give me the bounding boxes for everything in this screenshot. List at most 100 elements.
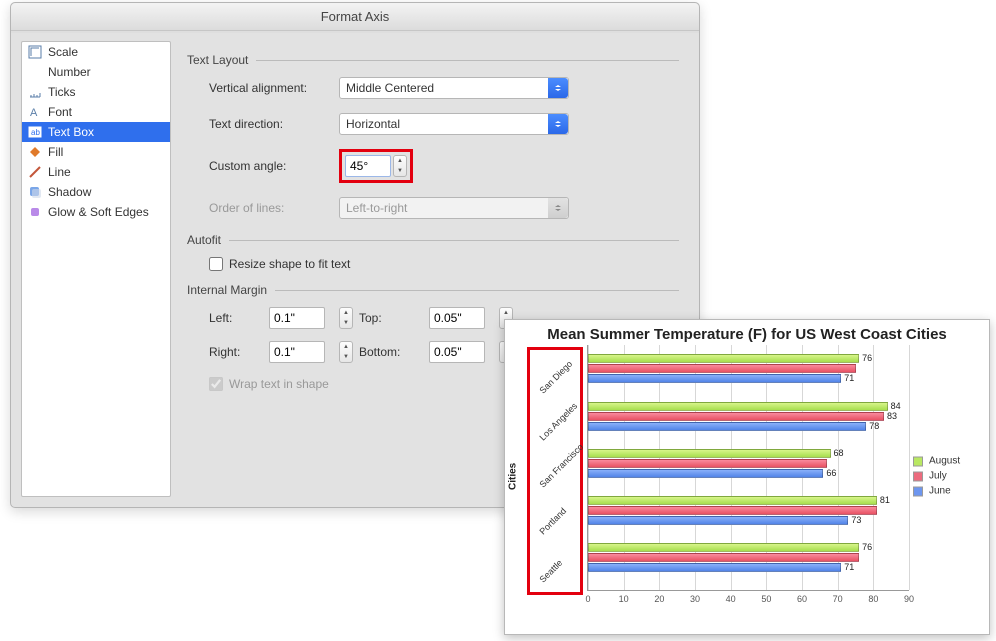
bar-value-label: 66: [826, 468, 836, 478]
sidebar-item-fill[interactable]: Fill: [22, 142, 170, 162]
sidebar-item-label: Shadow: [48, 185, 91, 199]
svg-text:ab: ab: [31, 128, 40, 137]
margin-top-input[interactable]: [429, 307, 485, 329]
bar-value-label: 71: [844, 373, 854, 383]
sidebar-item-label: Scale: [48, 45, 78, 59]
x-tick-label: 10: [619, 594, 629, 604]
sidebar-item-scale[interactable]: Scale: [22, 42, 170, 62]
bar: [588, 563, 841, 572]
resize-shape-checkbox[interactable]: [209, 257, 223, 271]
section-internal-margin: Internal Margin: [187, 283, 679, 297]
sidebar-item-label: Ticks: [48, 85, 76, 99]
chevron-updown-icon: [548, 198, 568, 218]
textbox-icon: ab: [28, 125, 42, 139]
select-vertical-alignment[interactable]: Middle Centered: [339, 77, 569, 99]
bar: [588, 412, 884, 421]
label-order-of-lines: Order of lines:: [209, 201, 339, 215]
select-value: Horizontal: [346, 117, 400, 131]
margin-left-input[interactable]: [269, 307, 325, 329]
sidebar-item-line[interactable]: Line: [22, 162, 170, 182]
sidebar-item-label: Line: [48, 165, 71, 179]
legend-label: July: [929, 471, 947, 482]
x-tick-label: 50: [761, 594, 771, 604]
section-rule: [275, 290, 679, 291]
step-up-icon: ▲: [394, 156, 406, 166]
bar-value-label: 83: [887, 411, 897, 421]
bar-value-label: 71: [844, 562, 854, 572]
bar: [588, 543, 859, 552]
bar-value-label: 76: [862, 542, 872, 552]
row-resize-shape: Resize shape to fit text: [209, 257, 679, 271]
bar: [588, 496, 877, 505]
label-margin-top: Top:: [359, 311, 429, 325]
section-text-layout: Text Layout: [187, 53, 679, 67]
bar: [588, 402, 888, 411]
legend-label: June: [929, 486, 951, 497]
ticks-icon: [28, 85, 42, 99]
select-value: Left-to-right: [346, 201, 407, 215]
sidebar-item-shadow[interactable]: Shadow: [22, 182, 170, 202]
margin-left-stepper[interactable]: ▲▼: [339, 307, 353, 329]
section-heading: Text Layout: [187, 53, 248, 67]
bar-value-label: 76: [862, 353, 872, 363]
legend-item-july: July: [913, 471, 985, 482]
legend-swatch-icon: [913, 471, 923, 481]
sidebar-item-label: Fill: [48, 145, 63, 159]
sidebar-item-label: Font: [48, 105, 72, 119]
sidebar-item-number[interactable]: Number: [22, 62, 170, 82]
x-tick-label: 80: [868, 594, 878, 604]
margin-right-input[interactable]: [269, 341, 325, 363]
bar: [588, 364, 856, 373]
gridline: [873, 345, 874, 590]
chevron-updown-icon: [548, 114, 568, 134]
label-margin-bottom: Bottom:: [359, 345, 429, 359]
custom-angle-highlight: ▲▼: [339, 149, 413, 183]
margin-right-stepper[interactable]: ▲▼: [339, 341, 353, 363]
custom-angle-input-group: ▲▼: [345, 155, 407, 177]
select-order-of-lines: Left-to-right: [339, 197, 569, 219]
legend-label: August: [929, 456, 960, 467]
select-value: Middle Centered: [346, 81, 434, 95]
custom-angle-stepper[interactable]: ▲▼: [393, 155, 407, 177]
bar: [588, 374, 841, 383]
custom-angle-input[interactable]: [345, 155, 391, 177]
section-heading: Internal Margin: [187, 283, 267, 297]
row-text-direction: Text direction: Horizontal: [209, 113, 679, 135]
section-heading: Autofit: [187, 233, 221, 247]
margin-bottom-input[interactable]: [429, 341, 485, 363]
x-tick-label: 20: [654, 594, 664, 604]
x-tick-label: 60: [797, 594, 807, 604]
sidebar-item-text-box[interactable]: ab Text Box: [22, 122, 170, 142]
select-text-direction[interactable]: Horizontal: [339, 113, 569, 135]
section-rule: [229, 240, 679, 241]
chart-legend: August July June: [913, 452, 985, 501]
row-custom-angle: Custom angle: ▲▼: [209, 149, 679, 183]
x-tick-label: 90: [904, 594, 914, 604]
glow-icon: [28, 205, 42, 219]
bar-value-label: 84: [891, 401, 901, 411]
row-order-of-lines: Order of lines: Left-to-right: [209, 197, 679, 219]
sidebar-item-glow[interactable]: Glow & Soft Edges: [22, 202, 170, 222]
legend-item-august: August: [913, 456, 985, 467]
fill-icon: [28, 145, 42, 159]
bar: [588, 553, 859, 562]
bar-value-label: 81: [880, 495, 890, 505]
scale-icon: [28, 45, 42, 59]
x-tick-label: 40: [726, 594, 736, 604]
gridline: [909, 345, 910, 590]
bar-value-label: 68: [834, 448, 844, 458]
step-down-icon: ▼: [394, 166, 406, 176]
chart-category-column: SeattlePortlandSan FranciscoLos AngelesS…: [521, 345, 587, 607]
section-rule: [256, 60, 679, 61]
x-tick-label: 70: [833, 594, 843, 604]
label-margin-right: Right:: [209, 345, 269, 359]
bar: [588, 469, 823, 478]
sidebar-item-ticks[interactable]: Ticks: [22, 82, 170, 102]
sidebar-item-font[interactable]: A Font: [22, 102, 170, 122]
legend-item-june: June: [913, 486, 985, 497]
chart-title: Mean Summer Temperature (F) for US West …: [505, 320, 989, 345]
wrap-text-label: Wrap text in shape: [229, 377, 329, 391]
bar: [588, 354, 859, 363]
legend-swatch-icon: [913, 456, 923, 466]
number-icon: [28, 65, 42, 79]
